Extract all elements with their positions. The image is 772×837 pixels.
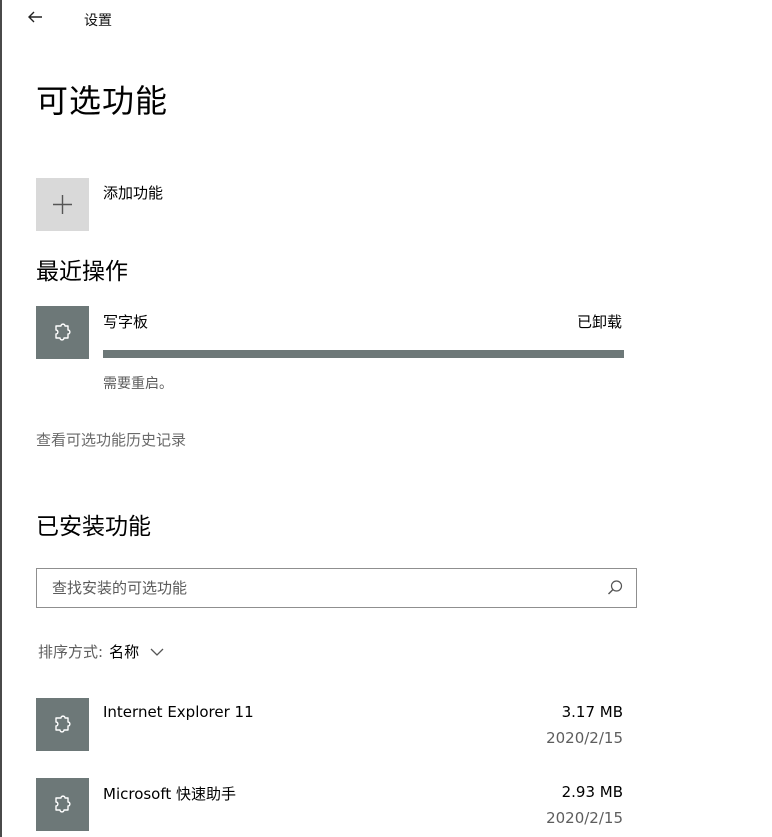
installed-item-date: 2020/2/15: [546, 729, 623, 747]
recent-actions-heading: 最近操作: [36, 259, 128, 285]
search-box: [36, 568, 637, 608]
search-input[interactable]: [37, 569, 597, 606]
installed-item-size: 2.93 MB: [561, 783, 623, 801]
recent-item-note: 需要重启。: [103, 376, 173, 392]
view-history-link[interactable]: 查看可选功能历史记录: [36, 429, 186, 450]
feature-tile: [36, 306, 89, 359]
puzzle-piece-icon: [54, 322, 71, 341]
search-icon[interactable]: [605, 578, 625, 598]
chevron-down-icon: [150, 648, 164, 656]
feature-tile[interactable]: [36, 778, 89, 831]
window-title: 设置: [84, 13, 112, 29]
recent-item-name: 写字板: [103, 313, 149, 331]
sort-value: 名称: [109, 643, 140, 661]
installed-item-name[interactable]: Internet Explorer 11: [103, 703, 254, 721]
add-feature-button[interactable]: [36, 178, 89, 231]
back-button[interactable]: [24, 6, 46, 28]
recent-item-status: 已卸载: [576, 313, 622, 331]
installed-item-name[interactable]: Microsoft 快速助手: [103, 783, 236, 804]
installed-features-heading: 已安装功能: [36, 514, 151, 540]
progress-fill: [103, 350, 624, 358]
back-arrow-icon: [28, 11, 42, 23]
sort-label: 排序方式:: [38, 643, 104, 661]
installed-item-size: 3.17 MB: [561, 703, 623, 721]
page-title: 可选功能: [36, 82, 169, 120]
sort-dropdown[interactable]: 排序方式: 名称: [38, 641, 165, 662]
feature-tile[interactable]: [36, 698, 89, 751]
puzzle-piece-icon: [54, 794, 71, 813]
add-feature-label[interactable]: 添加功能: [103, 182, 163, 203]
installed-item-date: 2020/2/15: [546, 809, 623, 827]
plus-icon: [53, 195, 72, 214]
recent-item-progress-bar: [103, 350, 624, 358]
puzzle-piece-icon: [54, 714, 71, 733]
